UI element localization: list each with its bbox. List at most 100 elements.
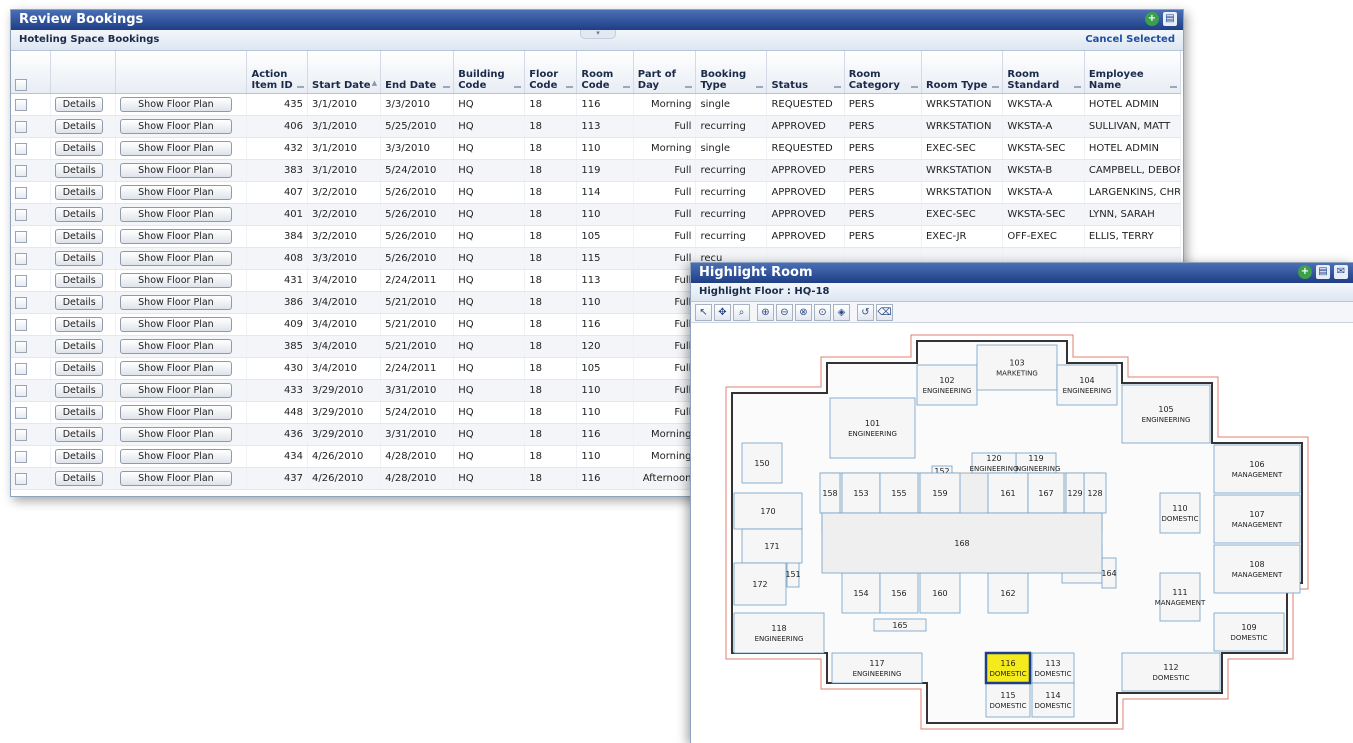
mail-icon[interactable]: ✉ (1334, 265, 1348, 279)
details-button[interactable]: Details (55, 141, 104, 156)
column-header-room-category[interactable]: Room Category (844, 51, 922, 94)
room-109[interactable] (1213, 612, 1285, 652)
column-header-room-code[interactable]: Room Code (576, 51, 634, 94)
row-checkbox[interactable] (15, 164, 27, 177)
row-checkbox[interactable] (15, 186, 27, 199)
show-floor-plan-button[interactable]: Show Floor Plan (119, 427, 232, 442)
add-icon[interactable]: + (1298, 265, 1312, 279)
show-floor-plan-button[interactable]: Show Floor Plan (119, 383, 232, 398)
room-113[interactable] (1031, 652, 1075, 684)
add-icon[interactable]: + (1145, 12, 1159, 26)
column-header-room-type[interactable]: Room Type (921, 51, 1004, 94)
row-checkbox[interactable] (15, 450, 27, 463)
details-button[interactable]: Details (55, 97, 104, 112)
column-menu-icon[interactable] (566, 86, 574, 88)
row-checkbox[interactable] (15, 230, 27, 243)
table-row[interactable]: Details Show Floor Plan 384 3/2/2010 5/26/20… (11, 225, 1182, 248)
table-row[interactable]: Details Show Floor Plan 407 3/2/2010 5/26/20… (11, 181, 1182, 204)
show-floor-plan-button[interactable]: Show Floor Plan (119, 251, 232, 266)
show-floor-plan-button[interactable]: Show Floor Plan (119, 449, 232, 464)
details-button[interactable]: Details (55, 251, 104, 266)
room-104[interactable] (1056, 364, 1118, 406)
column-menu-icon[interactable] (992, 86, 1000, 88)
column-menu-icon[interactable] (756, 86, 764, 88)
show-floor-plan-button[interactable]: Show Floor Plan (119, 207, 232, 222)
room-114[interactable] (1031, 682, 1075, 718)
row-checkbox[interactable] (15, 340, 27, 353)
show-floor-plan-button[interactable]: Show Floor Plan (119, 295, 232, 310)
row-checkbox[interactable] (15, 208, 27, 221)
show-floor-plan-button[interactable]: Show Floor Plan (119, 185, 232, 200)
room-117[interactable] (831, 652, 923, 684)
column-header-floor-code[interactable]: Floor Code (524, 51, 578, 94)
details-button[interactable]: Details (55, 361, 104, 376)
details-button[interactable]: Details (55, 383, 104, 398)
room-107[interactable] (1213, 494, 1301, 544)
row-checkbox[interactable] (15, 384, 27, 397)
print-icon[interactable]: ▤ (1316, 265, 1330, 279)
table-row[interactable]: Details Show Floor Plan 383 3/1/2010 5/24/20… (11, 159, 1182, 182)
room-115[interactable] (985, 682, 1031, 718)
zoom-in-icon[interactable]: ⊕ (757, 304, 774, 321)
room-106[interactable] (1213, 444, 1301, 494)
column-menu-icon[interactable] (685, 86, 693, 88)
column-menu-icon[interactable] (297, 86, 305, 88)
details-button[interactable]: Details (55, 427, 104, 442)
room-118[interactable] (733, 612, 825, 654)
show-floor-plan-button[interactable]: Show Floor Plan (119, 471, 232, 486)
room-112[interactable] (1121, 652, 1221, 692)
zoom-out-icon[interactable]: ⊖ (776, 304, 793, 321)
clear-icon[interactable]: ⌫ (876, 304, 893, 321)
column-header-employee-name[interactable]: Employee Name (1084, 51, 1182, 94)
details-button[interactable]: Details (55, 317, 104, 332)
column-menu-icon[interactable] (622, 86, 630, 88)
column-menu-icon[interactable] (910, 86, 918, 88)
details-button[interactable]: Details (55, 119, 104, 134)
row-checkbox[interactable] (15, 274, 27, 287)
row-checkbox[interactable] (15, 142, 27, 155)
column-header-status[interactable]: Status (766, 51, 845, 94)
column-header-room-standard[interactable]: Room Standard (1002, 51, 1085, 94)
show-floor-plan-button[interactable]: Show Floor Plan (119, 163, 232, 178)
row-checkbox[interactable] (15, 362, 27, 375)
room-111[interactable] (1159, 572, 1201, 622)
column-menu-icon[interactable] (1170, 86, 1177, 88)
row-checkbox[interactable] (15, 406, 27, 419)
show-floor-plan-button[interactable]: Show Floor Plan (119, 229, 232, 244)
room-110[interactable] (1159, 492, 1201, 534)
column-header-building-code[interactable]: Building Code (453, 51, 526, 94)
show-floor-plan-button[interactable]: Show Floor Plan (119, 339, 232, 354)
row-checkbox[interactable] (15, 318, 27, 331)
show-floor-plan-button[interactable]: Show Floor Plan (119, 317, 232, 332)
details-button[interactable]: Details (55, 229, 104, 244)
details-button[interactable]: Details (55, 339, 104, 354)
details-button[interactable]: Details (55, 273, 104, 288)
room-103[interactable] (976, 344, 1058, 391)
column-header-end-date[interactable]: End Date (380, 51, 455, 94)
column-header-start-date[interactable]: Start Date ▲ (307, 51, 382, 94)
column-menu-icon[interactable] (1073, 86, 1081, 88)
details-button[interactable]: Details (55, 185, 104, 200)
highlighted-room-116[interactable] (984, 651, 1032, 685)
row-checkbox[interactable] (15, 98, 27, 111)
zoom-icon[interactable]: ⌕ (733, 304, 750, 321)
select-icon[interactable]: ↖ (695, 304, 712, 321)
column-menu-icon[interactable] (833, 86, 841, 88)
layers-icon[interactable]: ◈ (833, 304, 850, 321)
column-header-action-item-id[interactable]: Action Item ID (246, 51, 309, 94)
details-button[interactable]: Details (55, 207, 104, 222)
details-button[interactable]: Details (55, 295, 104, 310)
refresh-icon[interactable]: ↺ (857, 304, 874, 321)
details-button[interactable]: Details (55, 471, 104, 486)
show-floor-plan-button[interactable]: Show Floor Plan (119, 97, 232, 112)
room-102[interactable] (916, 364, 978, 406)
cancel-selected-link[interactable]: Cancel Selected (1085, 30, 1175, 50)
column-header-part-of-day[interactable]: Part of Day (633, 51, 697, 94)
column-menu-icon[interactable] (443, 86, 451, 88)
show-floor-plan-button[interactable]: Show Floor Plan (119, 119, 232, 134)
column-header-booking-type[interactable]: Booking Type (695, 51, 768, 94)
row-checkbox[interactable] (15, 472, 27, 485)
row-checkbox[interactable] (15, 120, 27, 133)
table-row[interactable]: Details Show Floor Plan 432 3/1/2010 3/3/201… (11, 137, 1182, 160)
floor-plan-drawing[interactable]: 101 ENGINEERING 102 ENGINEERING 103 MARKETING… (692, 323, 1353, 743)
